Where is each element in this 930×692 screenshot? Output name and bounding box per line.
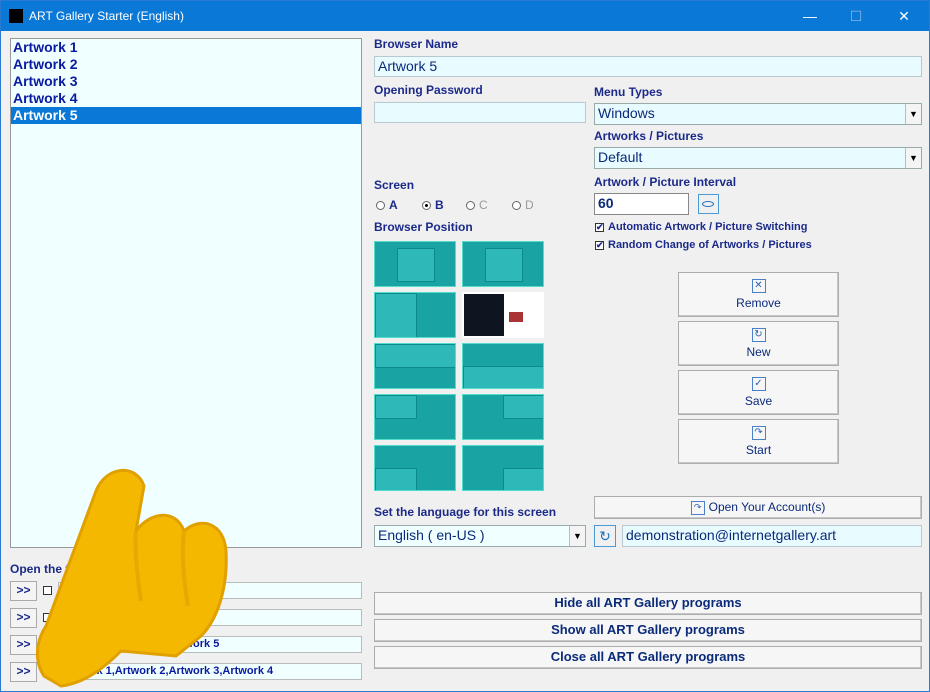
- auto-switch-label: Automatic Artwork / Picture Switching: [608, 221, 808, 233]
- screen-radio-a[interactable]: A: [376, 198, 398, 212]
- artworks-pictures-value: Default: [598, 149, 643, 165]
- artworks-pictures-label: Artworks / Pictures: [594, 129, 704, 143]
- list-item[interactable]: Artwork 1: [11, 39, 361, 56]
- remove-icon: ✕: [751, 279, 766, 293]
- list-item[interactable]: Artwork 3: [11, 73, 361, 90]
- radio-label: C: [479, 198, 488, 212]
- radio-label: D: [525, 198, 534, 212]
- position-thumb-5[interactable]: [374, 343, 456, 389]
- refresh-icon: ↻: [751, 328, 766, 342]
- refresh-icon: ↻: [599, 528, 611, 544]
- refresh-account-button[interactable]: ↻: [594, 525, 616, 547]
- browser-position-label: Browser Position: [374, 220, 473, 234]
- new-button[interactable]: ↻ New: [678, 321, 839, 366]
- start-label: Start: [745, 443, 772, 457]
- pointing-hand-icon: [36, 469, 228, 688]
- app-icon: [9, 9, 23, 23]
- chevron-down-icon: ▼: [905, 104, 921, 124]
- position-thumb-2[interactable]: [462, 241, 544, 287]
- position-thumb-1[interactable]: [374, 241, 456, 287]
- opening-password-input[interactable]: [374, 102, 586, 123]
- screen-radio-d[interactable]: D: [512, 198, 534, 212]
- save-label: Save: [744, 394, 773, 408]
- show-all-programs-button[interactable]: Show all ART Gallery programs: [374, 619, 922, 642]
- open-account-label: Open Your Account(s): [708, 500, 826, 514]
- list-item[interactable]: Artwork 2: [11, 56, 361, 73]
- random-change-checkbox[interactable]: ✔ Random Change of Artworks / Pictures: [595, 239, 812, 251]
- maximize-button[interactable]: ☐: [833, 1, 879, 31]
- menu-types-value: Windows: [598, 105, 655, 121]
- screen-radio-c[interactable]: C: [466, 198, 488, 212]
- hide-all-programs-button[interactable]: Hide all ART Gallery programs: [374, 592, 922, 615]
- save-icon: ✓: [751, 377, 766, 391]
- radio-label: A: [389, 198, 398, 212]
- auto-switch-checkbox[interactable]: ✔ Automatic Artwork / Picture Switching: [595, 221, 807, 233]
- close-all-programs-button[interactable]: Close all ART Gallery programs: [374, 646, 922, 669]
- save-button[interactable]: ✓ Save: [678, 370, 839, 415]
- opening-password-label: Opening Password: [374, 83, 483, 97]
- open-account-button[interactable]: ↷ Open Your Account(s): [594, 496, 922, 519]
- list-item[interactable]: Artwork 4: [11, 90, 361, 107]
- radio-icon: [376, 201, 385, 211]
- open-icon: ↷: [690, 500, 705, 515]
- list-item-selected[interactable]: Artwork 5: [11, 107, 361, 124]
- language-label: Set the language for this screen: [374, 505, 557, 519]
- language-select[interactable]: English ( en-US ) ▼: [374, 525, 586, 547]
- checkbox-checked-icon: ✔: [595, 221, 604, 232]
- app-window: ART Gallery Starter (English) — ☐ ✕ Artw…: [0, 0, 930, 692]
- window-title: ART Gallery Starter (English): [29, 9, 184, 23]
- browser-name-input[interactable]: Artwork 5: [374, 56, 922, 77]
- artworks-pictures-select[interactable]: Default ▼: [594, 147, 922, 169]
- screen-radio-b[interactable]: B: [422, 198, 444, 212]
- menu-types-select[interactable]: Windows ▼: [594, 103, 922, 125]
- start-icon: ↷: [751, 426, 766, 440]
- position-thumb-3[interactable]: [374, 292, 456, 338]
- language-value: English ( en-US ): [378, 527, 485, 543]
- title-bar: ART Gallery Starter (English) — ☐ ✕: [1, 1, 929, 31]
- radio-icon: [512, 201, 521, 211]
- position-thumb-9[interactable]: [374, 445, 456, 491]
- browser-position-grid: [374, 241, 544, 493]
- minimize-button[interactable]: —: [787, 1, 833, 31]
- new-label: New: [746, 345, 771, 359]
- preview-button[interactable]: [698, 194, 719, 214]
- radio-selected-icon: [422, 201, 431, 211]
- position-thumb-8[interactable]: [462, 394, 544, 440]
- position-thumb-10[interactable]: [462, 445, 544, 491]
- remove-button[interactable]: ✕ Remove: [678, 272, 839, 317]
- radio-label: B: [435, 198, 444, 212]
- browser-name-label: Browser Name: [374, 37, 459, 51]
- checkbox-checked-icon: ✔: [595, 239, 604, 250]
- position-thumb-6[interactable]: [462, 343, 544, 389]
- chevron-down-icon: ▼: [905, 148, 921, 168]
- screen-radio-group: A B C D: [376, 198, 576, 214]
- eye-icon: [702, 201, 714, 207]
- account-email-field[interactable]: demonstration@internetgallery.art: [622, 525, 922, 547]
- chevron-down-icon: ▼: [569, 526, 585, 546]
- interval-input[interactable]: 60: [594, 193, 689, 215]
- interval-label: Artwork / Picture Interval: [594, 175, 737, 189]
- close-button[interactable]: ✕: [881, 1, 927, 31]
- screen-label: Screen: [374, 178, 415, 192]
- position-thumb-7[interactable]: [374, 394, 456, 440]
- remove-label: Remove: [736, 296, 781, 310]
- start-button[interactable]: ↷ Start: [678, 419, 839, 464]
- radio-icon: [466, 201, 475, 211]
- menu-types-label: Menu Types: [594, 85, 663, 99]
- random-change-label: Random Change of Artworks / Pictures: [608, 239, 812, 251]
- position-thumb-4-selected[interactable]: [462, 292, 544, 338]
